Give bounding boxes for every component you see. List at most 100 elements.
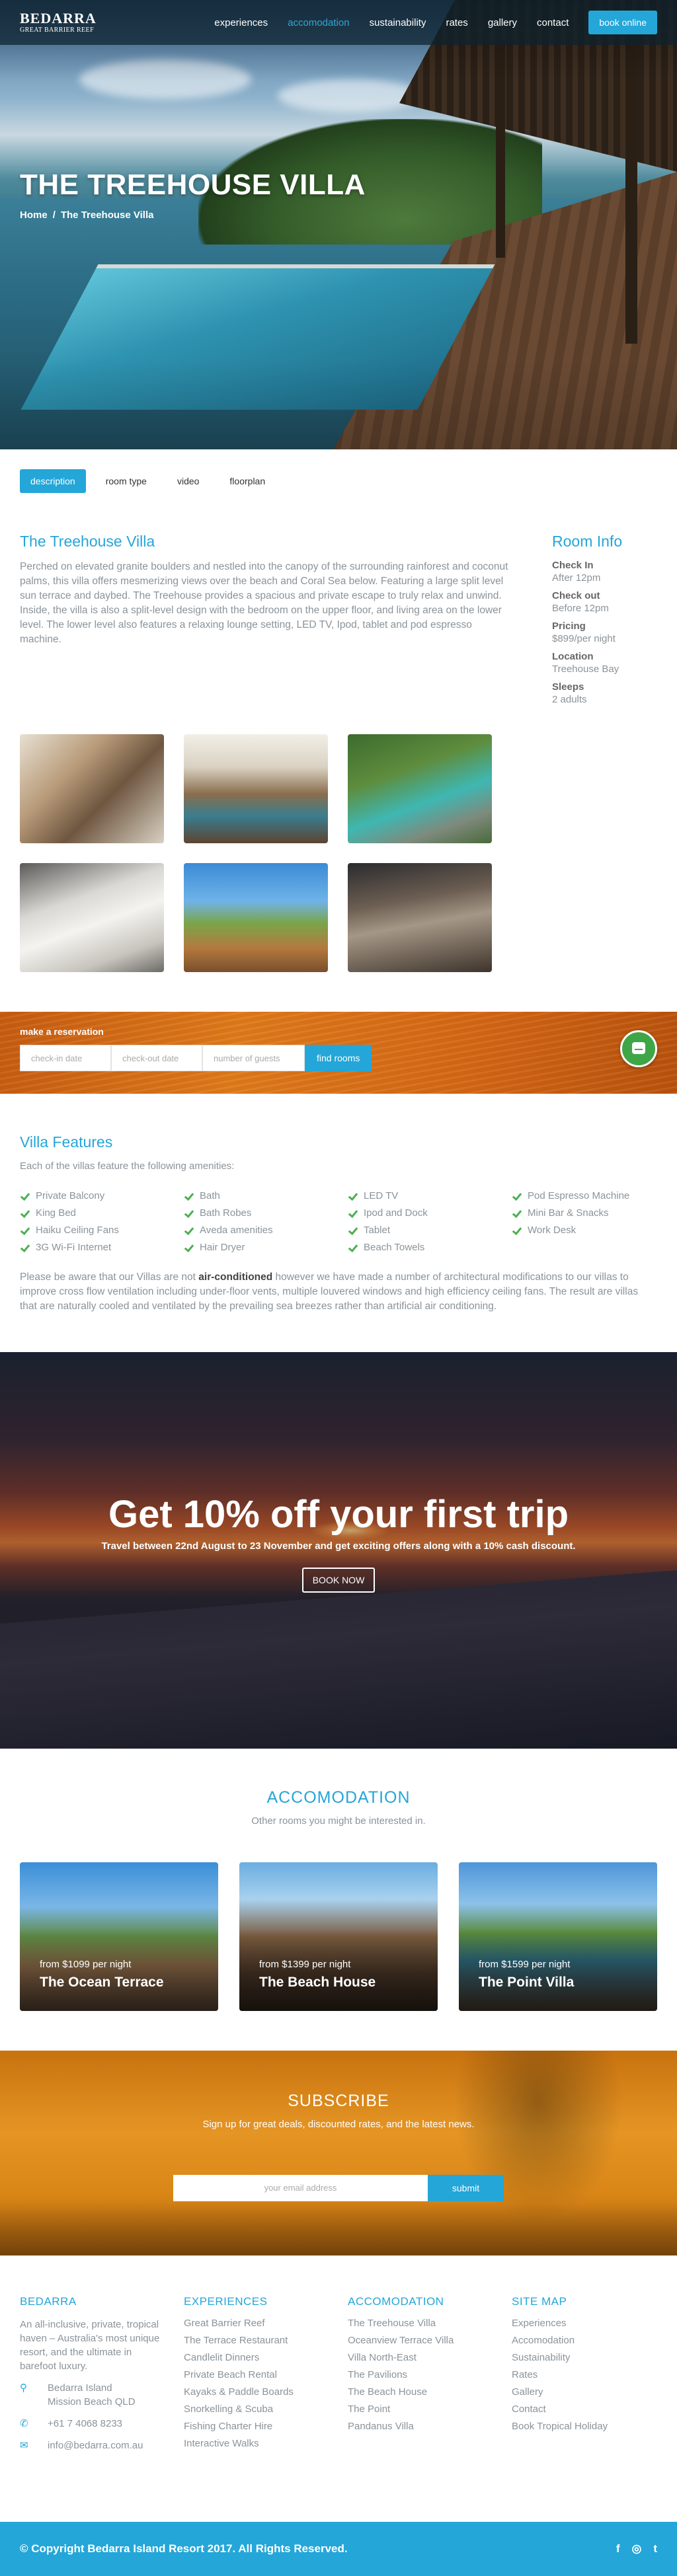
footer-link[interactable]: Sustainability [512, 2352, 676, 2363]
gallery-photo-lounge[interactable] [20, 734, 164, 843]
footer-link[interactable]: The Treehouse Villa [348, 2318, 512, 2329]
footer-link[interactable]: Snorkelling & Scuba [184, 2404, 348, 2415]
check-icon [348, 1192, 357, 1201]
footer-link[interactable]: Pandanus Villa [348, 2421, 512, 2432]
feature-item: Pod Espresso Machine [512, 1190, 676, 1201]
copyright-bar: © Copyright Bedarra Island Resort 2017. … [0, 2522, 677, 2576]
room-info-value: After 12pm [552, 572, 601, 584]
facebook-icon[interactable]: f [616, 2542, 620, 2556]
feature-item: Bath [184, 1190, 348, 1201]
footer-about-title: BEDARRA [20, 2295, 77, 2308]
guests-input[interactable]: number of guests [202, 1045, 305, 1071]
hero-text: THE TREEHOUSE VILLA Home / The Treehouse V… [20, 169, 366, 221]
footer-link[interactable]: Candlelit Dinners [184, 2352, 348, 2363]
checkout-date-input[interactable]: check-out date [111, 1045, 202, 1071]
footer-link[interactable]: Kayaks & Paddle Boards [184, 2386, 348, 2398]
book-now-button[interactable]: BOOK NOW [301, 1568, 376, 1593]
twitter-icon[interactable]: t [653, 2542, 657, 2556]
footer-link[interactable]: Accomodation [512, 2335, 676, 2346]
phone-link[interactable]: +61 7 4068 8233 [48, 2417, 122, 2431]
footer-link[interactable]: Contact [512, 2404, 676, 2415]
brand-tagline: GREAT BARRIER REEF [20, 26, 95, 34]
nav-contact[interactable]: contact [537, 17, 569, 28]
tab-video[interactable]: video [177, 469, 210, 493]
chat-line-icon [635, 1049, 643, 1050]
gallery-photo-terrace[interactable] [184, 863, 328, 972]
footer-link[interactable]: Private Beach Rental [184, 2369, 348, 2380]
features-list: Private Balcony Bath LED TV Pod Espresso… [20, 1190, 657, 1253]
check-icon [512, 1192, 521, 1201]
email-input[interactable]: your email address [173, 2175, 428, 2201]
nav-sustainability[interactable]: sustainability [370, 17, 426, 28]
nav-rates[interactable]: rates [446, 17, 467, 28]
checkin-date-input[interactable]: check-in date [20, 1045, 111, 1071]
feature-label: Mini Bar & Snacks [528, 1207, 609, 1219]
note-text: Please be aware that our Villas are not [20, 1271, 199, 1283]
feature-item: Beach Towels [348, 1242, 512, 1253]
instagram-icon[interactable]: ◎ [631, 2542, 641, 2556]
check-icon [512, 1209, 521, 1218]
nav-accomodation[interactable]: accomodation [288, 17, 349, 28]
check-icon [184, 1209, 193, 1218]
subscribe-content: SUBSCRIBE Sign up for great deals, disco… [0, 2092, 677, 2201]
feature-label: Bath [200, 1190, 220, 1201]
gallery-photo-bedroom[interactable] [184, 734, 328, 843]
footer-link[interactable]: Great Barrier Reef [184, 2318, 348, 2329]
submit-button[interactable]: submit [428, 2175, 504, 2201]
footer-link[interactable]: Oceanview Terrace Villa [348, 2335, 512, 2346]
footer-link[interactable]: Fishing Charter Hire [184, 2421, 348, 2432]
email-link[interactable]: info@bedarra.com.au [48, 2439, 143, 2452]
check-icon [184, 1192, 193, 1201]
footer-link[interactable]: Experiences [512, 2318, 676, 2329]
footer-link[interactable]: The Point [348, 2404, 512, 2415]
page-title: THE TREEHOUSE VILLA [20, 169, 366, 201]
gallery-photo-bathroom[interactable] [20, 863, 164, 972]
nav-gallery[interactable]: gallery [488, 17, 517, 28]
feature-label: Haiku Ceiling Fans [36, 1225, 119, 1236]
room-info-value: Before 12pm [552, 603, 609, 614]
nav-experiences[interactable]: experiences [214, 17, 268, 28]
footer-link[interactable]: Villa North-East [348, 2352, 512, 2363]
footer-link[interactable]: Book Tropical Holiday [512, 2421, 676, 2432]
breadcrumb-separator: / [52, 209, 56, 221]
card-price: from $1099 per night [40, 1959, 132, 1970]
footer-link[interactable]: Gallery [512, 2386, 676, 2398]
feature-label: King Bed [36, 1207, 76, 1219]
gallery-photo-beach[interactable] [348, 734, 492, 843]
footer-link[interactable]: Rates [512, 2369, 676, 2380]
feature-label: Ipod and Dock [364, 1207, 428, 1219]
tab-description[interactable]: description [20, 469, 86, 493]
chat-button[interactable] [620, 1030, 657, 1067]
find-rooms-button[interactable]: find rooms [305, 1045, 372, 1071]
tab-room-type[interactable]: room type [106, 469, 157, 493]
ventilation-note: Please be aware that our Villas are not … [20, 1270, 655, 1314]
feature-label: Private Balcony [36, 1190, 105, 1201]
breadcrumb-home[interactable]: Home [20, 209, 48, 221]
main-nav: BEDARRA GREAT BARRIER REEF experiences a… [0, 0, 677, 45]
footer-experiences-title: EXPERIENCES [184, 2295, 268, 2308]
footer-link[interactable]: The Terrace Restaurant [184, 2335, 348, 2346]
gallery-photo-daybed[interactable] [348, 863, 492, 972]
feature-label: Hair Dryer [200, 1242, 245, 1253]
footer-link[interactable]: The Pavilions [348, 2369, 512, 2380]
room-card-beach-house[interactable]: from $1399 per night The Beach House [239, 1862, 438, 2011]
brand-logo[interactable]: BEDARRA GREAT BARRIER REEF [20, 11, 97, 34]
feature-label: Tablet [364, 1225, 391, 1236]
subscribe-text: Sign up for great deals, discounted rate… [202, 2119, 475, 2130]
tab-floorplan[interactable]: floorplan [229, 469, 276, 493]
features-subtitle: Each of the villas feature the following… [20, 1160, 235, 1172]
footer-link[interactable]: The Beach House [348, 2386, 512, 2398]
hero-banner: BEDARRA GREAT BARRIER REEF experiences a… [0, 0, 677, 449]
reservation-bar: make a reservation check-in date check-o… [0, 1012, 677, 1094]
reservation-form: check-in date check-out date number of g… [20, 1045, 372, 1071]
room-info-value: $899/per night [552, 633, 616, 644]
book-online-button[interactable]: book online [588, 11, 657, 34]
feature-item: Aveda amenities [184, 1225, 348, 1236]
subscribe-section: SUBSCRIBE Sign up for great deals, disco… [0, 2051, 677, 2255]
feature-item: 3G Wi-Fi Internet [20, 1242, 184, 1253]
subscribe-title: SUBSCRIBE [288, 2092, 389, 2110]
room-card-ocean-terrace[interactable]: from $1099 per night The Ocean Terrace [20, 1862, 218, 2011]
room-card-point-villa[interactable]: from $1599 per night The Point Villa [459, 1862, 657, 2011]
footer-link[interactable]: Interactive Walks [184, 2438, 348, 2449]
promo-text: Travel between 22nd August to 23 Novembe… [101, 1540, 576, 1552]
